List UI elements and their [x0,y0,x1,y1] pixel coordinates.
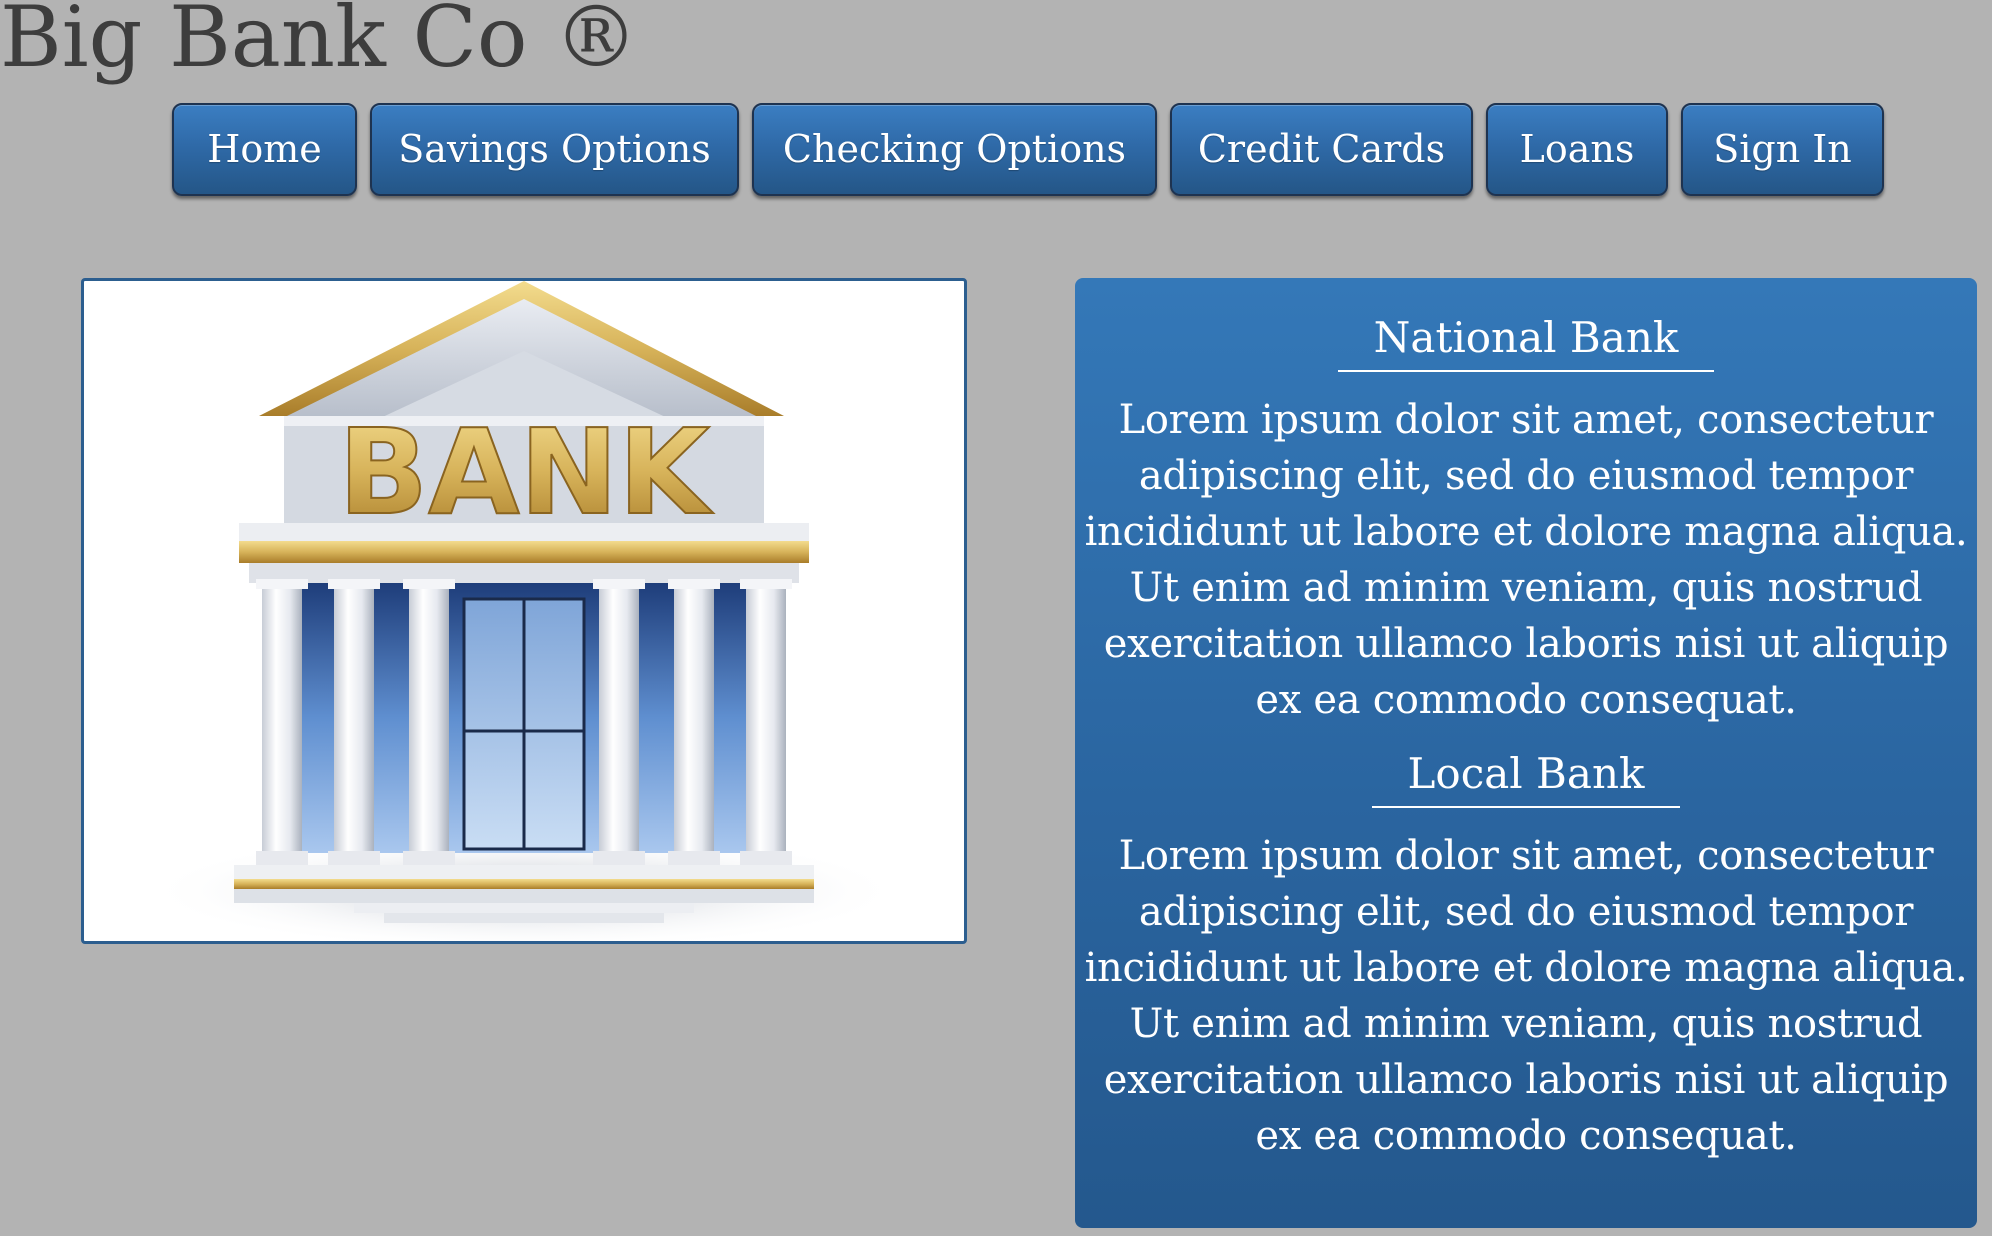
national-bank-description: Lorem ipsum dolor sit amet, consectetur … [1084,397,1968,723]
national-bank-heading: National Bank [1337,312,1715,372]
local-bank-heading: Local Bank [1371,748,1681,808]
bank-building-illustration: BANK [144,281,904,941]
bank-sign-text: BANK [338,403,714,541]
nav-home-button[interactable]: Home [172,103,357,196]
bank-building-image: BANK [81,278,967,944]
nav-checking-options-button[interactable]: Checking Options [752,103,1157,196]
info-panel: National Bank Lorem ipsum dolor sit amet… [1075,278,1977,1228]
nav-credit-cards-button[interactable]: Credit Cards [1170,103,1473,196]
site-title: Big Bank Co ® [0,0,639,86]
local-bank-description: Lorem ipsum dolor sit amet, consectetur … [1084,833,1968,1159]
nav-savings-options-button[interactable]: Savings Options [370,103,739,196]
nav-loans-button[interactable]: Loans [1486,103,1668,196]
nav-sign-in-button[interactable]: Sign In [1681,103,1884,196]
